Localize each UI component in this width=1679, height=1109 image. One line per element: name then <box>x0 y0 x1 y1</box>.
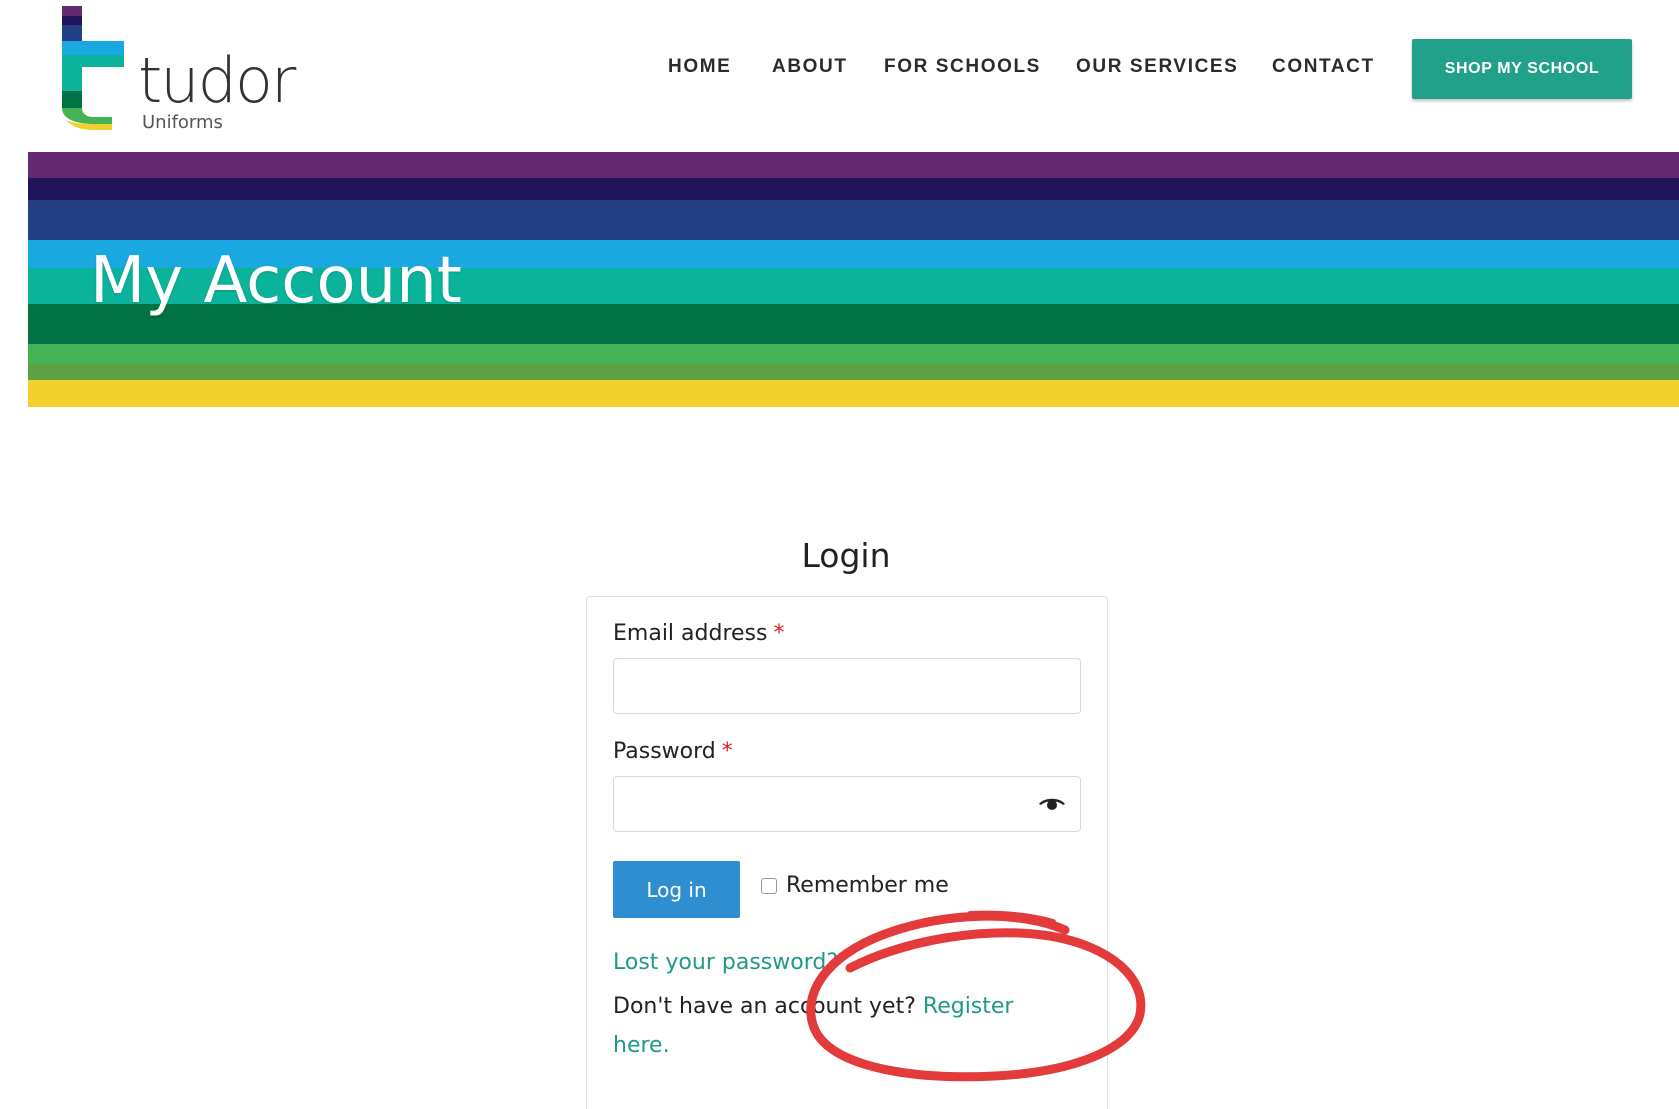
login-form: Email address * Password * Log in Remember… <box>586 596 1108 1109</box>
log-in-button[interactable]: Log in <box>613 861 740 918</box>
register-prompt: Don't have an account yet? Register here… <box>613 987 1053 1065</box>
email-label: Email address * <box>613 621 784 646</box>
nav-contact[interactable]: CONTACT <box>1272 56 1375 78</box>
lost-password-link[interactable]: Lost your password? <box>613 950 838 975</box>
nav-about[interactable]: ABOUT <box>772 56 848 78</box>
logo-mark-icon <box>62 6 124 130</box>
email-label-text: Email address <box>613 621 768 646</box>
remember-me: Remember me <box>761 873 949 898</box>
remember-me-label: Remember me <box>786 873 949 898</box>
login-heading: Login <box>801 536 891 575</box>
nav-for-schools[interactable]: FOR SCHOOLS <box>884 56 1041 78</box>
banner-stripe <box>28 364 1679 380</box>
password-label-text: Password <box>613 739 716 764</box>
remember-me-checkbox[interactable] <box>761 877 777 894</box>
tudor-logo[interactable]: tudor Uniforms <box>62 6 302 138</box>
shop-my-school-button[interactable]: SHOP MY SCHOOL <box>1412 39 1632 99</box>
banner-stripe <box>28 380 1679 407</box>
eye-icon[interactable] <box>1037 795 1067 813</box>
site-header: tudor Uniforms HOME ABOUT FOR SCHOOLS OU… <box>0 0 1679 152</box>
page-banner: My Account <box>28 152 1679 407</box>
banner-stripe <box>28 178 1679 200</box>
password-input[interactable] <box>613 776 1081 832</box>
logo-subtitle: Uniforms <box>142 112 223 133</box>
page: tudor Uniforms HOME ABOUT FOR SCHOOLS OU… <box>0 0 1679 1109</box>
banner-stripe <box>28 152 1679 178</box>
email-input[interactable] <box>613 658 1081 714</box>
nav-our-services[interactable]: OUR SERVICES <box>1076 56 1238 78</box>
banner-stripe <box>28 344 1679 364</box>
banner-stripe <box>28 200 1679 240</box>
nav-home[interactable]: HOME <box>668 56 731 78</box>
password-label: Password * <box>613 739 733 764</box>
register-prompt-text: Don't have an account yet? <box>613 994 923 1019</box>
logo-wordmark: tudor <box>138 44 296 117</box>
required-mark: * <box>721 739 733 764</box>
required-mark: * <box>773 621 785 646</box>
page-title: My Account <box>90 244 462 318</box>
